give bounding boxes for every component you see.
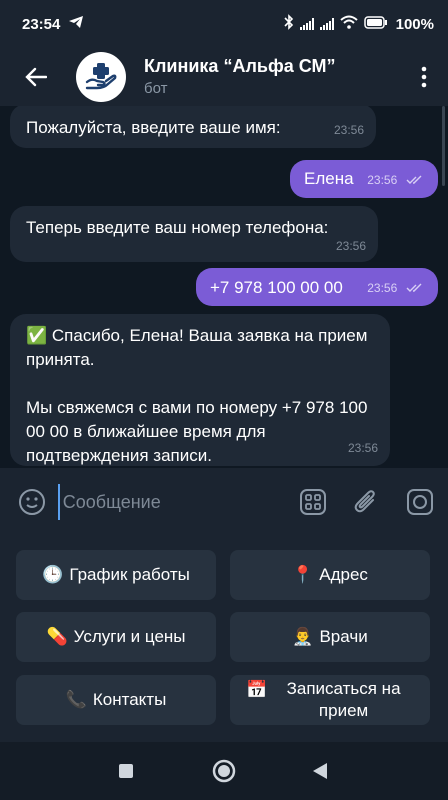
home-button[interactable] — [204, 751, 244, 791]
signal-icon — [299, 18, 314, 30]
message-time: 23:56 — [335, 239, 366, 253]
system-nav-bar — [0, 742, 448, 800]
message-bubble[interactable]: +7 978 100 00 00 23:56 — [196, 268, 438, 306]
back-nav-button[interactable] — [300, 751, 340, 791]
message-text: ✅ Спасибо, Елена! Ваша заявка на прием п… — [26, 326, 368, 369]
message-text: Теперь введите ваш номер телефона: — [26, 218, 329, 237]
status-bar: 23:54 100% — [0, 0, 448, 48]
more-options-button[interactable] — [412, 59, 436, 95]
read-checkmarks-icon — [406, 283, 422, 292]
doctor-icon: 👨‍⚕️ — [292, 627, 314, 647]
bot-reply-keyboard: 🕒 График работы 📍 Адрес 💊 Услуги и цены … — [0, 536, 448, 742]
triangle-back-icon — [313, 763, 327, 779]
keyboard-button-contacts[interactable]: 📞 Контакты — [16, 675, 216, 725]
chat-header: Клиника “Альфа СМ” бот — [0, 48, 448, 106]
message-bubble[interactable]: Теперь введите ваш номер телефона: 23:56 — [10, 206, 378, 262]
keyboard-button-label: График работы — [69, 565, 190, 584]
calendar-icon: 📅 — [246, 680, 268, 700]
message-input[interactable] — [57, 484, 297, 520]
emoji-button[interactable] — [16, 485, 48, 519]
telegram-icon — [68, 15, 84, 33]
keyboard-button-address[interactable]: 📍 Адрес — [230, 550, 430, 600]
battery-icon — [363, 15, 388, 33]
keyboard-button-label: Записаться на прием — [286, 679, 401, 720]
recents-button[interactable] — [106, 751, 146, 791]
message-bubble[interactable]: Пожалуйста, введите ваше имя: 23:56 — [10, 106, 376, 148]
camera-button[interactable] — [404, 485, 436, 519]
bluetooth-icon — [284, 14, 294, 34]
message-text: Мы свяжемся с вами по номеру +7 978 100 … — [26, 398, 368, 465]
message-bubble[interactable]: ✅ Спасибо, Елена! Ваша заявка на прием п… — [10, 314, 390, 466]
message-list[interactable]: Пожалуйста, введите ваше имя: 23:56 Елен… — [0, 106, 448, 468]
signal-icon — [319, 18, 334, 30]
keyboard-button-doctors[interactable]: 👨‍⚕️ Врачи — [230, 612, 430, 662]
keyboard-button-book[interactable]: 📅 Записаться на прием — [230, 675, 430, 725]
keyboard-button-schedule[interactable]: 🕒 График работы — [16, 550, 216, 600]
wifi-icon — [339, 15, 358, 33]
message-text: +7 978 100 00 00 — [210, 278, 343, 297]
back-button[interactable] — [18, 59, 54, 95]
circle-icon — [212, 759, 236, 783]
message-text: Пожалуйста, введите ваше имя: — [26, 118, 281, 137]
status-time: 23:54 — [22, 15, 61, 33]
square-icon — [119, 764, 133, 778]
phone-icon: 📞 — [65, 690, 87, 710]
message-bubble[interactable]: Елена 23:56 — [290, 160, 438, 198]
attach-button[interactable] — [351, 485, 383, 519]
pill-icon: 💊 — [46, 627, 68, 647]
clinic-logo-icon — [85, 63, 117, 90]
read-checkmarks-icon — [406, 175, 422, 184]
camera-icon — [407, 489, 434, 515]
bot-keyboard-button[interactable] — [297, 485, 329, 519]
pin-icon: 📍 — [292, 565, 314, 585]
keyboard-grid-icon — [299, 489, 326, 515]
message-time: 23:56 — [367, 281, 398, 295]
message-text: Елена — [304, 169, 354, 188]
message-time: 23:56 — [367, 173, 398, 187]
keyboard-button-label: Услуги и цены — [73, 627, 186, 646]
battery-level: 100% — [395, 15, 434, 33]
bot-avatar[interactable] — [76, 52, 126, 102]
message-time: 23:56 — [333, 123, 364, 137]
arrow-left-icon — [25, 67, 47, 87]
scrollbar[interactable] — [442, 106, 445, 186]
keyboard-button-services[interactable]: 💊 Услуги и цены — [16, 612, 216, 662]
smiley-icon — [18, 489, 45, 515]
clock-icon: 🕒 — [42, 565, 64, 585]
chat-subtitle: бот — [144, 80, 168, 97]
keyboard-button-label: Контакты — [92, 690, 167, 709]
keyboard-button-label: Адрес — [319, 565, 368, 584]
more-vertical-icon — [421, 66, 427, 88]
chat-title: Клиника “Альфа СМ” — [144, 56, 336, 76]
paperclip-icon — [355, 490, 376, 513]
keyboard-button-label: Врачи — [319, 627, 368, 646]
message-input-bar — [0, 468, 448, 536]
message-time: 23:56 — [347, 441, 378, 455]
